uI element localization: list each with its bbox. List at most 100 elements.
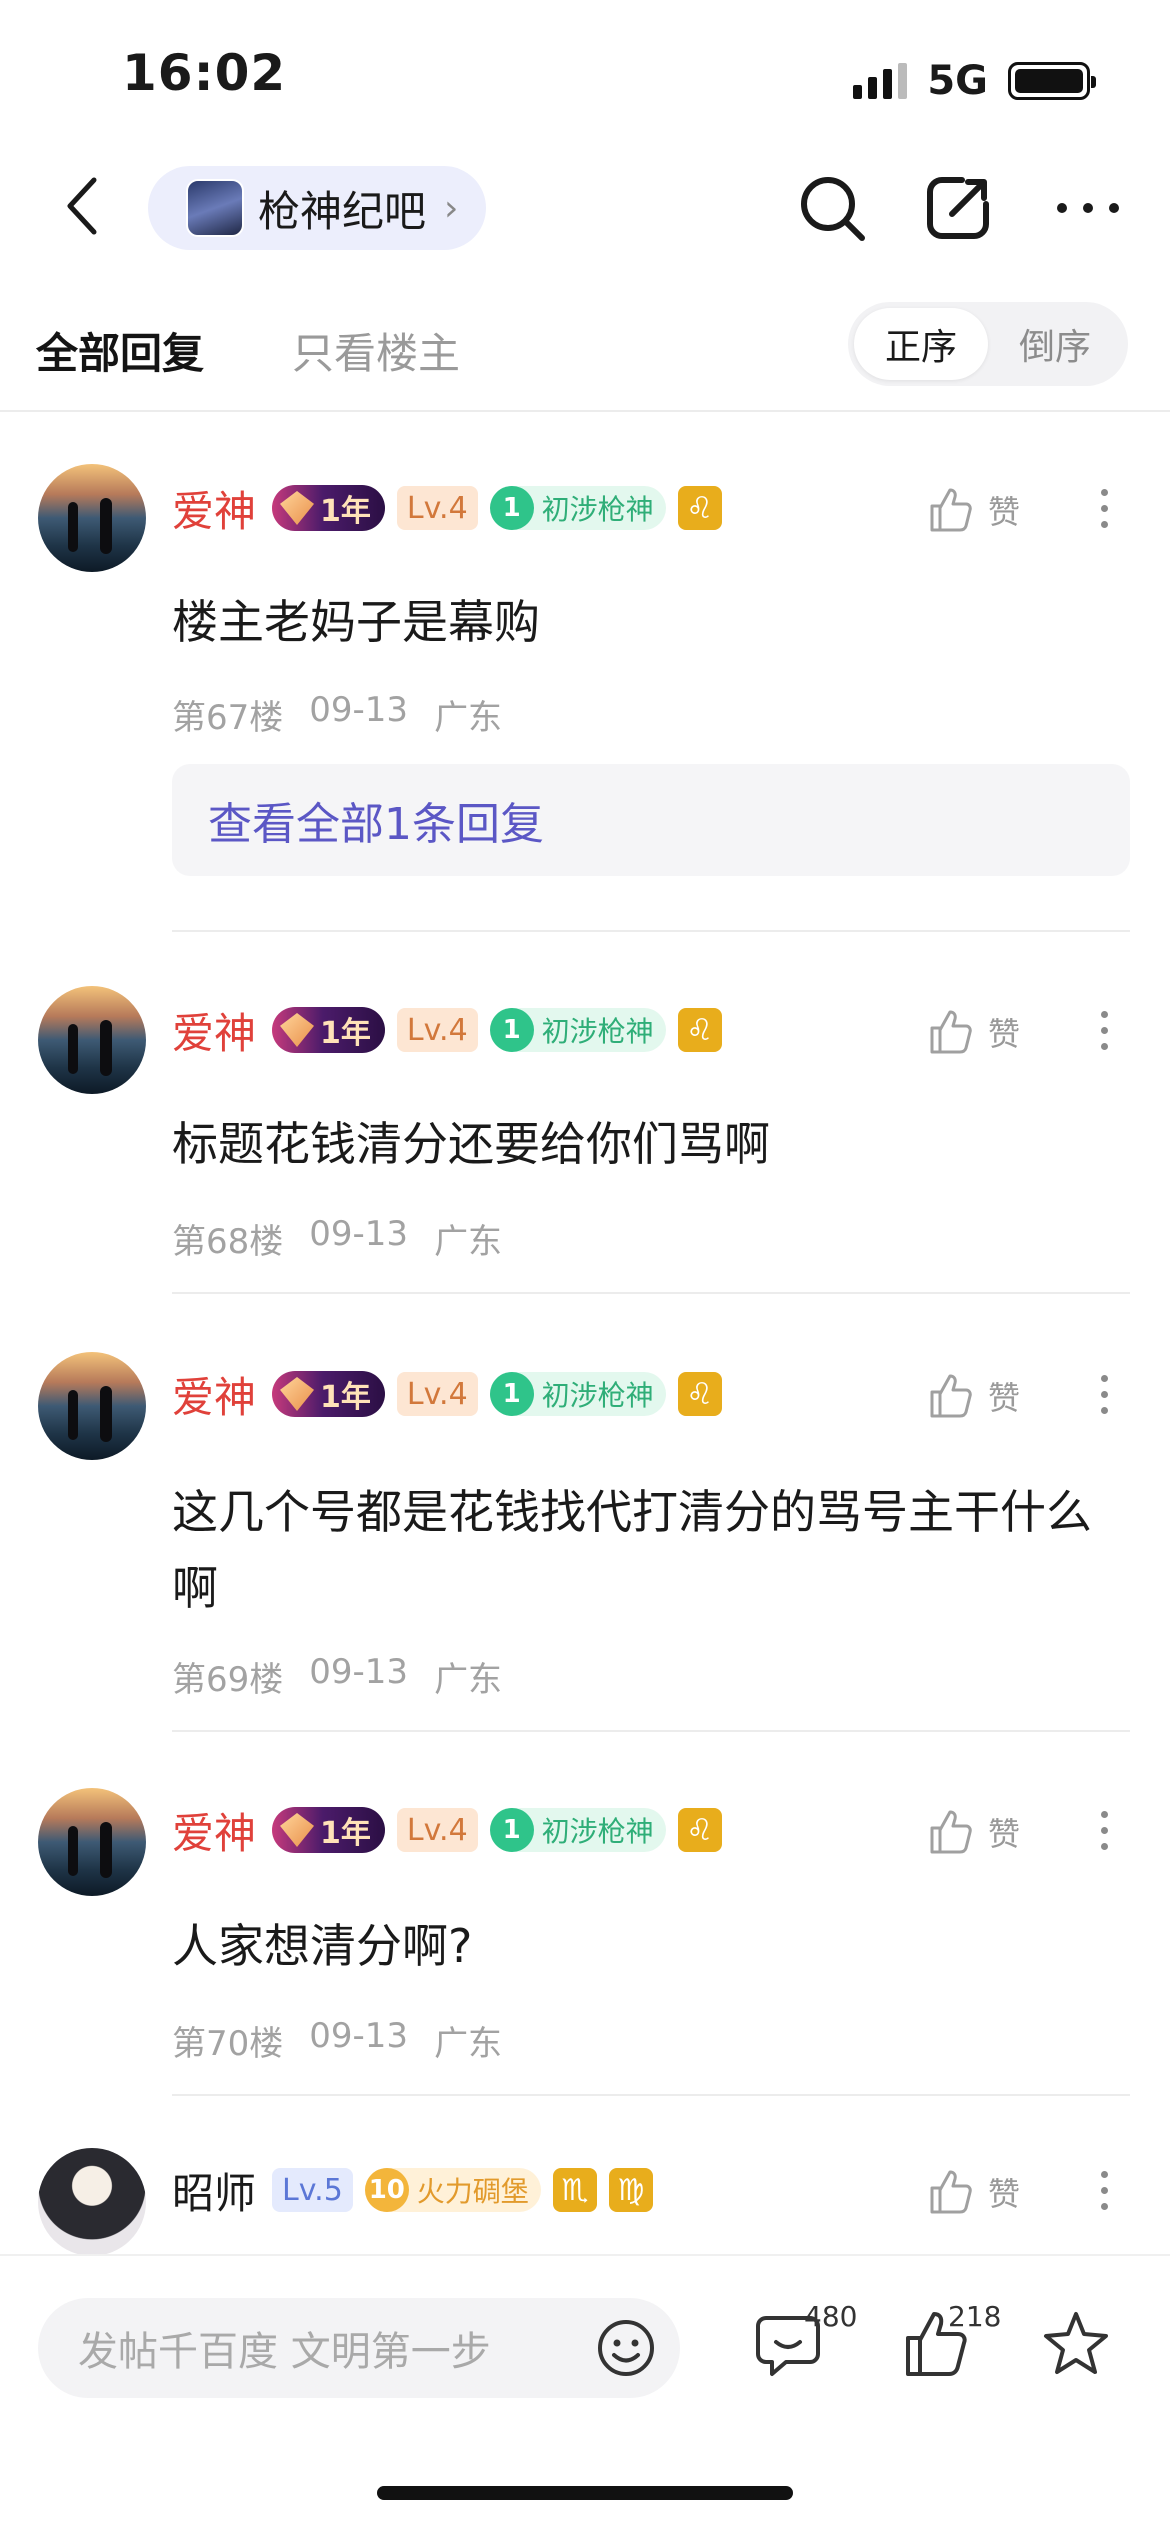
post-more-button[interactable] bbox=[1086, 1364, 1122, 1424]
thumbs-up-icon bbox=[930, 488, 972, 532]
rank-number: 1 bbox=[489, 1372, 534, 1416]
crown-gem-icon bbox=[280, 1013, 315, 1047]
year-badge-label: 1年 bbox=[320, 1016, 371, 1051]
compose-input[interactable]: 发帖千百度 文明第一步 bbox=[38, 2298, 680, 2398]
zodiac-leo-icon: ♌ bbox=[677, 1008, 722, 1052]
reply-post: 爱神 1年 Lv.4 1 初涉枪神 ♌ 赞 人家想清分啊? 第70楼 09-13 … bbox=[0, 1732, 1170, 2096]
chevron-right-icon: › bbox=[444, 187, 459, 229]
post-date: 09-13 bbox=[309, 1214, 409, 1254]
emoji-icon[interactable] bbox=[596, 2318, 656, 2378]
post-meta: 第70楼 09-13 广东 bbox=[172, 2016, 502, 2065]
rank-badge: 10 火力碉堡 bbox=[364, 2168, 541, 2212]
rank-badge: 1 初涉枪神 bbox=[489, 1808, 666, 1852]
username[interactable]: 爱神 bbox=[172, 1000, 256, 1061]
user-info-row: 昭师 Lv.5 10 火力碉堡 ♏ ♍ bbox=[172, 2160, 653, 2220]
post-content: 人家想清分啊? bbox=[172, 1919, 473, 1973]
chevron-left-icon bbox=[67, 177, 97, 235]
username[interactable]: 爱神 bbox=[172, 1364, 256, 1425]
thumbs-up-icon bbox=[930, 1010, 972, 1054]
zodiac-leo-icon: ♌ bbox=[677, 486, 722, 530]
post-meta: 第69楼 09-13 广东 bbox=[172, 1652, 502, 1701]
forum-link[interactable]: 枪神纪吧 › bbox=[148, 166, 487, 250]
post-more-button[interactable] bbox=[1086, 478, 1122, 538]
floor-number: 第68楼 bbox=[172, 1222, 284, 1262]
rank-title: 火力碉堡 bbox=[416, 2175, 529, 2208]
rank-title: 初涉枪神 bbox=[541, 1379, 654, 1412]
post-content: 楼主老妈子是幕购 bbox=[172, 595, 540, 649]
zodiac-leo-icon: ♌ bbox=[677, 1808, 722, 1852]
level-badge: Lv.4 bbox=[396, 1372, 478, 1416]
avatar[interactable] bbox=[38, 464, 146, 572]
share-icon bbox=[927, 177, 989, 239]
home-indicator[interactable] bbox=[377, 2486, 793, 2500]
like-button[interactable]: 赞 bbox=[926, 1008, 1020, 1056]
post-more-button[interactable] bbox=[1086, 1800, 1122, 1860]
reply-post: 爱神 1年 Lv.4 1 初涉枪神 ♌ 赞 楼主老妈子是幕购 第67楼 09-13… bbox=[0, 412, 1170, 932]
star-icon[interactable] bbox=[1040, 2308, 1112, 2380]
username[interactable]: 爱神 bbox=[172, 478, 256, 539]
rank-number: 10 bbox=[364, 2168, 409, 2212]
reply-post: 爱神 1年 Lv.4 1 初涉枪神 ♌ 赞 这几个号都是花钱找代打清分的骂号主干什… bbox=[0, 1294, 1170, 1732]
post-date: 09-13 bbox=[309, 690, 409, 730]
reply-filter-bar: 全部回复 只看楼主 正序 倒序 bbox=[0, 292, 1170, 412]
floor-number: 第70楼 bbox=[172, 2024, 284, 2064]
member-year-badge: 1年 bbox=[272, 1007, 385, 1053]
member-year-badge: 1年 bbox=[272, 1807, 385, 1853]
post-location: 广东 bbox=[434, 2024, 503, 2064]
user-info-row: 爱神 1年 Lv.4 1 初涉枪神 ♌ bbox=[172, 1800, 722, 1860]
username[interactable]: 爱神 bbox=[172, 1800, 256, 1861]
username[interactable]: 昭师 bbox=[172, 2160, 256, 2221]
view-all-replies-link[interactable]: 查看全部1条回复 bbox=[172, 764, 1130, 876]
like-button[interactable]: 赞 bbox=[926, 1372, 1020, 1420]
sort-order-toggle: 正序 倒序 bbox=[848, 302, 1128, 386]
post-meta: 第68楼 09-13 广东 bbox=[172, 1214, 502, 1263]
member-year-badge: 1年 bbox=[272, 1371, 385, 1417]
more-button[interactable] bbox=[1052, 172, 1124, 244]
crown-gem-icon bbox=[280, 1813, 315, 1847]
level-badge: Lv.4 bbox=[396, 1008, 478, 1052]
post-content: 这几个号都是花钱找代打清分的骂号主干什么啊 bbox=[172, 1485, 1092, 1615]
sort-asc-option[interactable]: 正序 bbox=[854, 308, 988, 380]
year-badge-label: 1年 bbox=[320, 494, 371, 529]
level-badge: Lv.4 bbox=[396, 486, 478, 530]
like-label: 赞 bbox=[988, 1379, 1021, 1417]
post-more-button[interactable] bbox=[1086, 2160, 1122, 2220]
user-info-row: 爱神 1年 Lv.4 1 初涉枪神 ♌ bbox=[172, 1364, 722, 1424]
battery-icon bbox=[1008, 62, 1096, 100]
rank-number: 1 bbox=[489, 486, 534, 530]
post-date: 09-13 bbox=[309, 1652, 409, 1692]
search-icon bbox=[801, 177, 865, 241]
zodiac-virgo-icon: ♍ bbox=[608, 2168, 653, 2212]
avatar[interactable] bbox=[38, 986, 146, 1094]
tab-only-op[interactable]: 只看楼主 bbox=[292, 320, 460, 381]
like-button[interactable]: 赞 bbox=[926, 486, 1020, 534]
rank-badge: 1 初涉枪神 bbox=[489, 1008, 666, 1052]
crown-gem-icon bbox=[280, 1377, 315, 1411]
tab-all-replies[interactable]: 全部回复 bbox=[36, 320, 204, 381]
forum-avatar bbox=[186, 179, 244, 237]
post-more-button[interactable] bbox=[1086, 1000, 1122, 1060]
rank-title: 初涉枪神 bbox=[541, 1015, 654, 1048]
reply-post: 爱神 1年 Lv.4 1 初涉枪神 ♌ 赞 标题花钱清分还要给你们骂啊 第68楼 … bbox=[0, 932, 1170, 1294]
user-info-row: 爱神 1年 Lv.4 1 初涉枪神 ♌ bbox=[172, 1000, 722, 1060]
like-button[interactable]: 赞 bbox=[926, 1808, 1020, 1856]
like-label: 赞 bbox=[988, 1815, 1021, 1853]
floor-number: 第69楼 bbox=[172, 1660, 284, 1700]
level-badge: Lv.5 bbox=[272, 2168, 353, 2212]
avatar[interactable] bbox=[38, 2148, 146, 2254]
like-button[interactable]: 赞 bbox=[926, 2168, 1020, 2216]
search-button[interactable] bbox=[796, 172, 868, 244]
post-date: 09-13 bbox=[309, 2016, 409, 2056]
post-location: 广东 bbox=[434, 1660, 503, 1700]
share-button[interactable] bbox=[922, 172, 994, 244]
avatar[interactable] bbox=[38, 1788, 146, 1896]
sort-desc-option[interactable]: 倒序 bbox=[988, 308, 1122, 380]
back-button[interactable] bbox=[52, 176, 112, 236]
forum-name: 枪神纪吧 bbox=[258, 186, 427, 236]
avatar[interactable] bbox=[38, 1352, 146, 1460]
zodiac-leo-icon: ♌ bbox=[677, 1372, 722, 1416]
post-location: 广东 bbox=[434, 698, 503, 738]
top-nav: 枪神纪吧 › bbox=[0, 150, 1170, 265]
rank-number: 1 bbox=[489, 1808, 534, 1852]
member-year-badge: 1年 bbox=[272, 485, 385, 531]
